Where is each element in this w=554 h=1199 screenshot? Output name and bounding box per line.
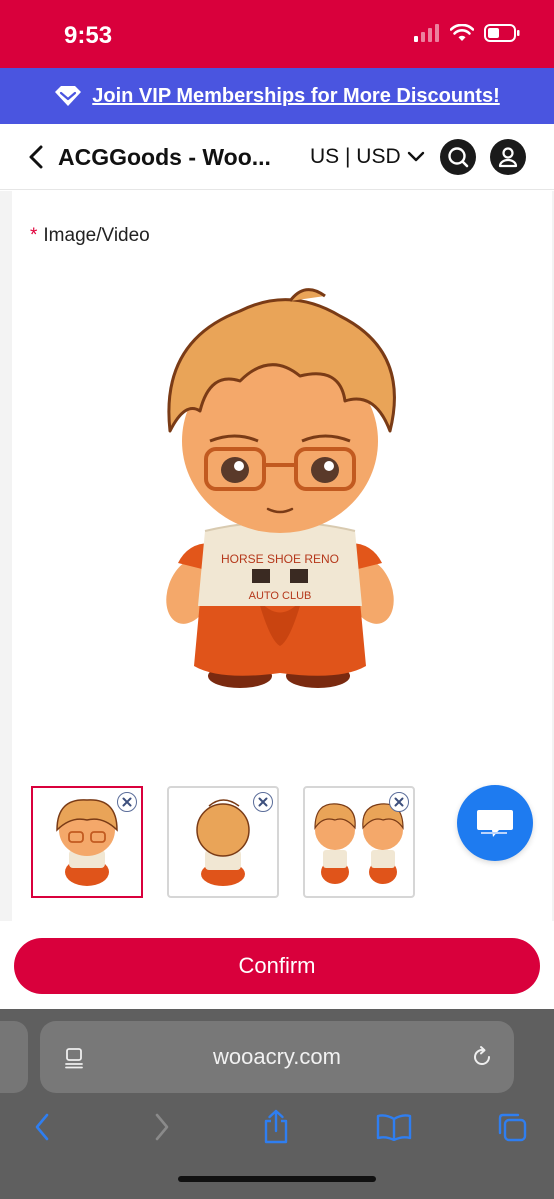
field-label-text: Image/Video (43, 225, 150, 246)
site-header: ACGGoods - Woo... US | USD (0, 124, 554, 190)
thumbnail-list (31, 786, 415, 936)
tabs-icon (498, 1113, 527, 1142)
remove-thumbnail-button[interactable] (253, 792, 273, 812)
thumbnail-item[interactable] (167, 786, 279, 936)
close-icon (122, 797, 132, 807)
region-label: US | USD (310, 145, 401, 168)
previous-tab-preview[interactable] (0, 1021, 28, 1093)
forward-icon (155, 1113, 169, 1141)
bookmarks-icon (376, 1114, 412, 1141)
account-button[interactable] (490, 139, 526, 175)
image-video-label: * Image/Video (30, 225, 150, 247)
required-mark: * (30, 225, 38, 246)
browser-toolbar: wooacry.com (0, 1009, 554, 1199)
reload-icon[interactable] (470, 1045, 494, 1069)
svg-text:AUTO CLUB: AUTO CLUB (249, 590, 312, 602)
user-icon (498, 147, 518, 168)
share-button[interactable] (258, 1109, 294, 1145)
share-icon (264, 1109, 288, 1144)
browser-back-button[interactable] (24, 1109, 60, 1145)
back-icon (29, 145, 43, 169)
url-text: wooacry.com (213, 1044, 341, 1069)
status-icons (414, 24, 520, 42)
battery-icon (484, 24, 520, 42)
plush-preview-image: HORSE SHOE RENO AUTO CLUB (166, 288, 396, 688)
status-time: 9:53 (64, 22, 113, 49)
confirm-bar: Confirm (0, 921, 554, 1009)
home-indicator (178, 1176, 376, 1182)
back-icon (35, 1113, 49, 1141)
remove-thumbnail-button[interactable] (389, 792, 409, 812)
close-icon (394, 797, 404, 807)
svg-text:HORSE SHOE RENO: HORSE SHOE RENO (221, 552, 339, 566)
vip-banner[interactable]: Join VIP Memberships for More Discounts! (0, 68, 554, 124)
remove-thumbnail-button[interactable] (117, 792, 137, 812)
close-icon (258, 797, 268, 807)
search-button[interactable] (440, 139, 476, 175)
navigation-toolbar (0, 1099, 554, 1159)
content-area: * Image/Video HORSE SHOE RENO AUTO CLUB (0, 191, 554, 936)
confirm-button[interactable]: Confirm (14, 938, 540, 994)
chevron-down-icon (407, 151, 424, 162)
region-currency-selector[interactable]: US | USD (310, 145, 425, 169)
diamond-icon (55, 86, 82, 106)
status-bar: 9:53 (0, 0, 554, 68)
site-title[interactable]: ACGGoods - Woo... (58, 144, 288, 171)
wifi-icon (450, 24, 474, 41)
vip-banner-link[interactable]: Join VIP Memberships for More Discounts! (92, 85, 499, 108)
signal-icon (414, 24, 439, 42)
bookmarks-button[interactable] (376, 1109, 412, 1145)
chat-support-button[interactable] (457, 785, 533, 861)
back-button[interactable] (22, 143, 50, 171)
thumbnail-item[interactable] (303, 786, 415, 936)
thumbnail-item[interactable] (31, 786, 143, 936)
search-icon (448, 147, 469, 168)
tabs-button[interactable] (494, 1109, 530, 1145)
address-bar[interactable]: wooacry.com (40, 1021, 514, 1093)
browser-forward-button[interactable] (144, 1109, 180, 1145)
chat-icon (477, 810, 513, 837)
